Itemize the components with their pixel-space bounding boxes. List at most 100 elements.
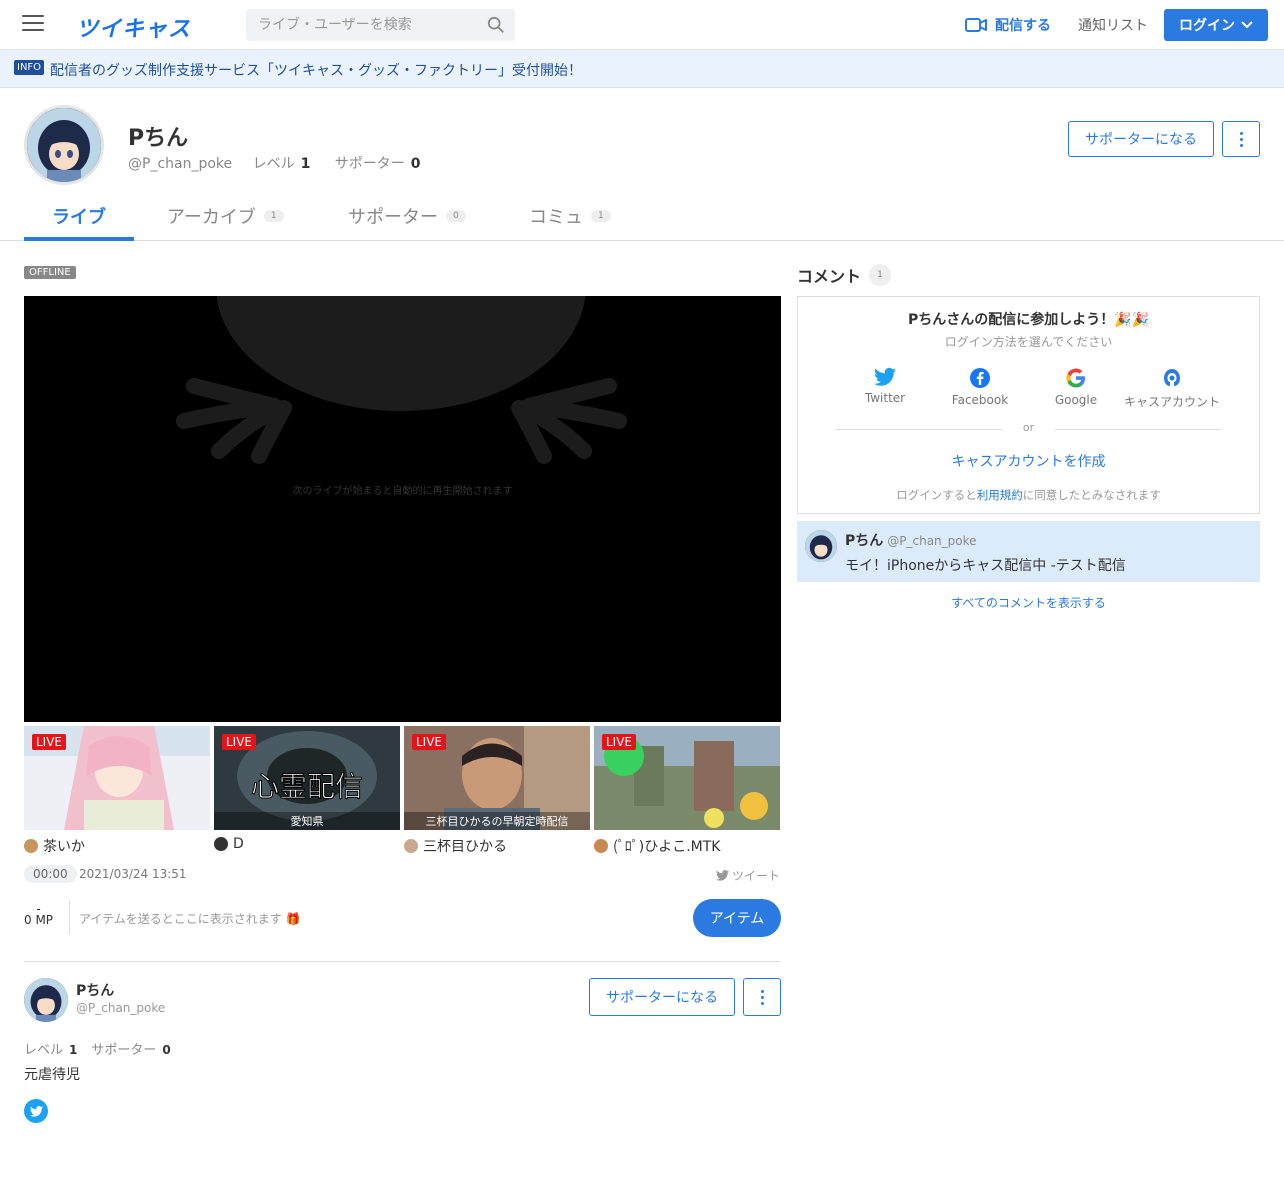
thumbnail-user[interactable]: (ﾟﾛﾟ)ひよこ.MTK [594, 836, 780, 856]
thumbnail-image[interactable]: LIVE [24, 726, 210, 830]
section-divider [24, 961, 781, 962]
become-supporter-button[interactable]: サポーターになる [1068, 121, 1214, 157]
profile-meta: @P_chan_poke レベル 1 サポーター 0 [128, 153, 441, 173]
profile-tabs: ライブ アーカイブ 1 サポーター 0 コミュ 1 [0, 195, 1284, 241]
live-thumbnail[interactable]: 心霊配信 LIVE 愛知県 D [214, 726, 400, 852]
level-value: 1 [300, 156, 311, 172]
bio-name: Pちん [76, 983, 115, 999]
search-input[interactable] [246, 9, 476, 41]
bio-text: 元虐待児 [24, 1067, 80, 1083]
become-supporter-button[interactable]: サポーターになる [589, 978, 735, 1016]
bio-handle: @P_chan_poke [76, 1001, 166, 1015]
login-prompt-box: Pちんさんの配信に参加しよう！🎉🎉 ログイン方法を選んでください Twitter… [797, 296, 1260, 514]
twitter-icon [874, 367, 896, 386]
more-options-button[interactable] [1222, 121, 1260, 157]
comment-author[interactable]: Pちん @P_chan_poke [845, 530, 977, 550]
thumbnail-user[interactable]: D [214, 836, 400, 852]
thumbnail-caption: 三杯目ひかるの早朝定時配信 [404, 812, 590, 830]
tab-supporter[interactable]: サポーター 0 [348, 203, 466, 229]
broadcast-label: 配信する [995, 18, 1051, 34]
terms-link[interactable]: 利用規約 [977, 488, 1023, 502]
top-header: ツイキャス 配信する 通知リスト ログイン [0, 0, 1284, 50]
comment-item: Pちん @P_chan_poke モイ！iPhoneからキャス配信中 -テスト配信 [797, 521, 1260, 582]
chevron-down-icon [1241, 21, 1253, 29]
user-avatar [594, 839, 608, 853]
mp-dash: - [36, 902, 41, 916]
mp-counter: - 0 MP [24, 902, 54, 927]
thumbnail-user[interactable]: 茶いか [24, 836, 210, 856]
cas-account-icon [1164, 369, 1180, 386]
facebook-icon [970, 368, 990, 388]
info-bar: INFO 配信者のグッズ制作支援サービス「ツイキャス・グッズ・ファクトリー」受付… [0, 50, 1284, 88]
search-box [246, 9, 515, 41]
bio-meta: レベル 1 サポーター 0 [24, 1043, 171, 1058]
cas-account-login-button[interactable]: キャスアカウント [1122, 367, 1222, 410]
twitter-login-button[interactable]: Twitter [835, 367, 935, 405]
facebook-login-button[interactable]: Facebook [930, 367, 1030, 407]
broadcast-date: 2021/03/24 13:51 [79, 867, 187, 881]
or-separator: or [1022, 421, 1035, 434]
login-button[interactable]: ログイン [1164, 9, 1268, 41]
bio-avatar[interactable] [24, 978, 68, 1022]
thumbnail-image[interactable]: LIVE [594, 726, 780, 830]
broadcast-button[interactable]: 配信する [965, 15, 1051, 35]
info-badge: INFO [14, 60, 45, 75]
notification-list-link[interactable]: 通知リスト [1078, 15, 1148, 35]
live-thumbnail[interactable]: LIVE 茶いか [24, 726, 210, 856]
user-avatar [404, 839, 418, 853]
thumbnail-image[interactable]: 心霊配信 LIVE 愛知県 [214, 726, 400, 830]
live-badge: LIVE [602, 734, 637, 750]
item-button[interactable]: アイテム [693, 899, 781, 937]
mp-value: 0 MP [24, 913, 54, 927]
twitter-profile-link[interactable] [24, 1099, 48, 1123]
more-options-button[interactable] [743, 978, 781, 1016]
twitter-icon [29, 1105, 43, 1117]
supporter-count: 0 [410, 156, 421, 172]
twitter-icon [716, 870, 729, 881]
login-prompt-title: Pちんさんの配信に参加しよう！🎉🎉 [907, 312, 1150, 328]
video-player[interactable]: 次のライブが始まると自動的に再生開始されます [24, 296, 781, 722]
show-all-comments-link[interactable]: すべてのコメントを表示する [797, 594, 1260, 611]
comment-text: モイ！iPhoneからキャス配信中 -テスト配信 [845, 558, 1126, 574]
divider [69, 900, 70, 934]
profile-name: Pちん [128, 126, 189, 151]
live-badge: LIVE [222, 734, 257, 750]
login-prompt-subtitle: ログイン方法を選んでください [944, 335, 1113, 349]
sleeping-mascot-illustration [176, 296, 627, 464]
comment-header: コメント 1 [797, 263, 892, 287]
thumbnail-caption: 愛知県 [214, 812, 400, 830]
comment-avatar[interactable] [805, 530, 837, 562]
google-login-button[interactable]: Google [1026, 367, 1126, 407]
info-link[interactable]: 配信者のグッズ制作支援サービス「ツイキャス・グッズ・ファクトリー」受付開始！ [50, 60, 582, 80]
supporter-label: サポーター [334, 156, 405, 172]
live-badge: LIVE [412, 734, 447, 750]
comment-handle: @P_chan_poke [887, 534, 977, 548]
profile-avatar[interactable] [24, 105, 104, 185]
site-logo[interactable]: ツイキャス [76, 11, 191, 43]
live-thumbnail[interactable]: LIVE (ﾟﾛﾟ)ひよこ.MTK [594, 726, 780, 856]
live-recommendations: LIVE 茶いか 心霊配信 LIVE 愛知県 D LIVE 三杯目ひかるの早朝定… [24, 726, 781, 856]
live-thumbnail[interactable]: LIVE 三杯目ひかるの早朝定時配信 三杯目ひかる [404, 726, 590, 856]
thumbnail-user[interactable]: 三杯目ひかる [404, 836, 590, 856]
live-badge: LIVE [32, 734, 67, 750]
tab-archive[interactable]: アーカイブ 1 [167, 203, 284, 229]
menu-icon[interactable] [22, 15, 44, 35]
login-label: ログイン [1179, 18, 1235, 34]
user-avatar [214, 837, 228, 851]
thumbnail-image[interactable]: LIVE 三杯目ひかるの早朝定時配信 [404, 726, 590, 830]
comment-count: 1 [869, 264, 892, 286]
level-label: レベル [252, 156, 295, 172]
tab-live[interactable]: ライブ [52, 203, 106, 229]
svg-text:心霊配信: 心霊配信 [251, 770, 363, 803]
search-icon[interactable] [487, 16, 505, 34]
tab-community[interactable]: コミュ 1 [529, 203, 611, 229]
duration-pill: 00:00 [24, 865, 77, 883]
offline-badge: OFFLINE [24, 266, 76, 279]
video-camera-icon [965, 18, 987, 32]
user-avatar [24, 839, 38, 853]
create-account-link[interactable]: キャスアカウントを作成 [798, 451, 1259, 471]
terms-notice: ログインすると利用規約に同意したとみなされます [896, 488, 1161, 502]
google-icon [1066, 368, 1085, 388]
player-message: 次のライブが始まると自動的に再生開始されます [292, 486, 513, 497]
tweet-link[interactable]: ツイート [716, 867, 780, 884]
